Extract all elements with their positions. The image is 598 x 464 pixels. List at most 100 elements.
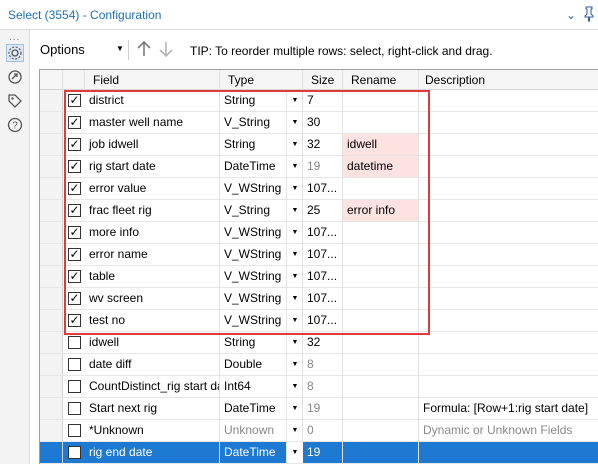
rename-cell[interactable] (343, 332, 419, 353)
rename-cell[interactable] (343, 420, 419, 441)
row-gutter[interactable] (40, 178, 63, 199)
type-dropdown-icon[interactable]: ▼ (286, 376, 303, 397)
description-cell[interactable] (419, 288, 598, 309)
field-name-cell[interactable]: rig end date (85, 442, 220, 463)
pin-icon[interactable] (582, 6, 596, 22)
row-checkbox[interactable]: ✓ (68, 160, 81, 173)
row-checkbox[interactable]: ✓ (68, 270, 81, 283)
description-cell[interactable] (419, 134, 598, 155)
row-gutter[interactable] (40, 420, 63, 441)
field-name-cell[interactable]: rig start date (85, 156, 220, 177)
type-dropdown-icon[interactable]: ▼ (286, 266, 303, 287)
table-row[interactable]: ✓ test no V_WString ▼ 107... (40, 310, 598, 332)
rename-cell[interactable] (343, 398, 419, 419)
description-cell[interactable]: Dynamic or Unknown Fields (419, 420, 598, 441)
field-name-cell[interactable]: Start next rig (85, 398, 220, 419)
description-cell[interactable] (419, 442, 598, 463)
table-row[interactable]: date diff Double ▼ 8 (40, 354, 598, 376)
size-cell[interactable]: 25 (303, 200, 343, 221)
row-gutter[interactable] (40, 266, 63, 287)
description-cell[interactable] (419, 332, 598, 353)
size-cell[interactable]: 107... (303, 266, 343, 287)
table-row[interactable]: Start next rig DateTime ▼ 19 Formula: [Row+1… (40, 398, 598, 420)
field-name-cell[interactable]: error name (85, 244, 220, 265)
row-gutter[interactable] (40, 442, 63, 463)
field-name-cell[interactable]: district (85, 90, 220, 111)
row-checkbox[interactable] (68, 336, 81, 349)
rename-cell[interactable]: error info (343, 200, 419, 221)
column-header-type[interactable]: Type (220, 70, 303, 90)
description-cell[interactable] (419, 310, 598, 331)
table-row[interactable]: ✓ more info V_WString ▼ 107... (40, 222, 598, 244)
type-dropdown-icon[interactable]: ▼ (286, 420, 303, 441)
type-dropdown-icon[interactable]: ▼ (286, 244, 303, 265)
size-cell[interactable]: 7 (303, 90, 343, 111)
row-gutter[interactable] (40, 222, 63, 243)
row-checkbox[interactable]: ✓ (68, 204, 81, 217)
field-name-cell[interactable]: master well name (85, 112, 220, 133)
row-gutter[interactable] (40, 354, 63, 375)
row-checkbox[interactable]: ✓ (68, 94, 81, 107)
row-checkbox[interactable] (68, 424, 81, 437)
type-dropdown-icon[interactable]: ▼ (286, 442, 303, 463)
size-cell[interactable]: 107... (303, 310, 343, 331)
row-gutter[interactable] (40, 288, 63, 309)
row-checkbox[interactable] (68, 358, 81, 371)
table-row[interactable]: *Unknown Unknown ▼ 0 Dynamic or Unknown Fiel… (40, 420, 598, 442)
type-dropdown-icon[interactable]: ▼ (286, 332, 303, 353)
description-cell[interactable] (419, 222, 598, 243)
field-name-cell[interactable]: CountDistinct_rig start date (85, 376, 220, 397)
field-name-cell[interactable]: date diff (85, 354, 220, 375)
column-header-size[interactable]: Size (303, 70, 343, 90)
size-cell[interactable]: 8 (303, 354, 343, 375)
rename-cell[interactable] (343, 112, 419, 133)
rename-cell[interactable] (343, 442, 419, 463)
table-row[interactable]: idwell String ▼ 32 (40, 332, 598, 354)
header-select-all[interactable] (63, 70, 85, 90)
move-down-icon[interactable] (158, 40, 174, 58)
options-button[interactable]: Options (40, 42, 85, 57)
rename-cell[interactable] (343, 244, 419, 265)
description-cell[interactable]: Formula: [Row+1:rig start date] (419, 398, 598, 419)
size-cell[interactable]: 19 (303, 156, 343, 177)
table-row[interactable]: ✓ job idwell String ▼ 32 idwell (40, 134, 598, 156)
move-up-icon[interactable] (136, 40, 152, 58)
row-gutter[interactable] (40, 332, 63, 353)
type-dropdown-icon[interactable]: ▼ (286, 90, 303, 111)
description-cell[interactable] (419, 178, 598, 199)
size-cell[interactable]: 19 (303, 398, 343, 419)
field-name-cell[interactable]: job idwell (85, 134, 220, 155)
description-cell[interactable] (419, 112, 598, 133)
column-header-rename[interactable]: Rename (343, 70, 419, 90)
row-checkbox[interactable]: ✓ (68, 314, 81, 327)
field-name-cell[interactable]: idwell (85, 332, 220, 353)
row-gutter[interactable] (40, 90, 63, 111)
type-dropdown-icon[interactable]: ▼ (286, 112, 303, 133)
description-cell[interactable] (419, 200, 598, 221)
type-dropdown-icon[interactable]: ▼ (286, 288, 303, 309)
size-cell[interactable]: 19 (303, 442, 343, 463)
size-cell[interactable]: 0 (303, 420, 343, 441)
row-checkbox[interactable] (68, 380, 81, 393)
row-checkbox[interactable]: ✓ (68, 116, 81, 129)
row-gutter[interactable] (40, 310, 63, 331)
rename-cell[interactable] (343, 288, 419, 309)
row-checkbox[interactable] (68, 402, 81, 415)
description-cell[interactable] (419, 266, 598, 287)
row-checkbox[interactable] (68, 446, 81, 459)
table-row[interactable]: ✓ rig start date DateTime ▼ 19 datetime (40, 156, 598, 178)
table-row[interactable]: ✓ table V_WString ▼ 107... (40, 266, 598, 288)
description-cell[interactable] (419, 90, 598, 111)
table-row[interactable]: ✓ master well name V_String ▼ 30 (40, 112, 598, 134)
rename-cell[interactable] (343, 376, 419, 397)
row-checkbox[interactable]: ✓ (68, 248, 81, 261)
type-dropdown-icon[interactable]: ▼ (286, 398, 303, 419)
size-cell[interactable]: 30 (303, 112, 343, 133)
table-row[interactable]: ✓ frac fleet rig V_String ▼ 25 error info (40, 200, 598, 222)
type-dropdown-icon[interactable]: ▼ (286, 310, 303, 331)
size-cell[interactable]: 107... (303, 178, 343, 199)
row-checkbox[interactable]: ✓ (68, 138, 81, 151)
row-gutter[interactable] (40, 244, 63, 265)
size-cell[interactable]: 8 (303, 376, 343, 397)
description-cell[interactable] (419, 376, 598, 397)
